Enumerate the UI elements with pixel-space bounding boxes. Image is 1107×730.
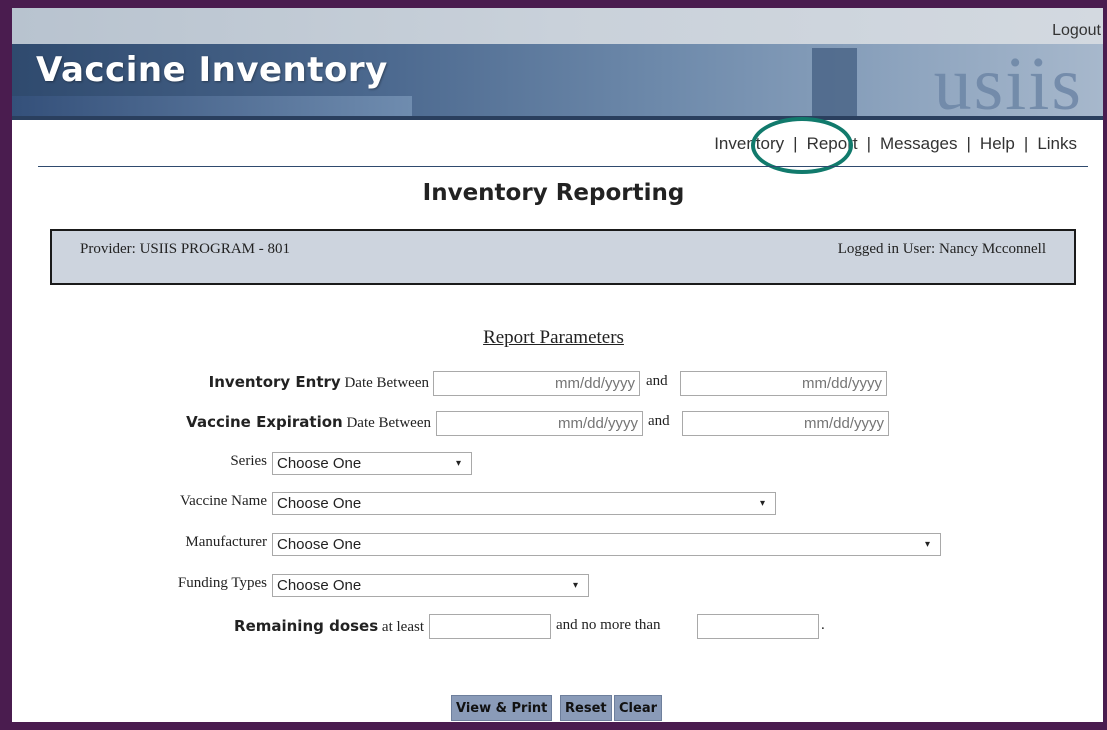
vaccine-name-select[interactable]: Choose One ▾ <box>272 492 776 515</box>
manufacturer-label: Manufacturer <box>185 534 267 550</box>
expiration-date-label-rest: Date Between <box>342 415 431 431</box>
logout-link[interactable]: Logout <box>1052 22 1101 40</box>
report-parameters-title: Report Parameters <box>483 327 624 348</box>
remaining-doses-and-label: and no more than <box>556 617 661 633</box>
series-select[interactable]: Choose One ▾ <box>272 452 472 475</box>
banner-top-strip <box>12 8 1103 44</box>
expiration-date-to-input[interactable] <box>682 411 889 436</box>
funding-types-row: Funding Types Choose One ▾ <box>0 574 1107 598</box>
view-print-button[interactable]: View & Print <box>451 695 553 721</box>
remaining-doses-label-rest: at least <box>378 619 424 635</box>
nav-links[interactable]: Links <box>1037 134 1077 153</box>
entry-date-to-input[interactable] <box>680 371 887 396</box>
funding-types-select-value: Choose One <box>277 577 362 594</box>
usiis-logo: usiis <box>933 42 1083 120</box>
entry-date-from-input[interactable] <box>433 371 640 396</box>
logged-in-user-label: Logged in User: Nancy Mcconnell <box>837 241 1046 257</box>
manufacturer-select[interactable]: Choose One ▾ <box>272 533 941 556</box>
provider-label: Provider: USIIS PROGRAM - 801 <box>80 241 291 257</box>
expiration-date-label: Vaccine Expiration Date Between <box>186 413 431 432</box>
entry-date-and-label: and <box>646 373 668 389</box>
remaining-doses-max-input[interactable] <box>697 614 819 639</box>
vaccine-name-row: Vaccine Name Choose One ▾ <box>0 492 1107 516</box>
page-title: Inventory Reporting <box>422 180 685 206</box>
entry-date-label-rest: Date Between <box>340 375 429 391</box>
remaining-doses-label-bold: Remaining doses <box>234 617 379 635</box>
expiration-date-row: Vaccine Expiration Date Between and <box>0 411 1107 437</box>
manufacturer-select-value: Choose One <box>277 536 362 553</box>
banner-stripe <box>12 96 412 118</box>
nav-separator: | <box>966 134 971 153</box>
chevron-down-icon: ▾ <box>759 498 765 509</box>
expiration-date-label-bold: Vaccine Expiration <box>186 413 343 431</box>
remaining-doses-row: Remaining doses at least and no more tha… <box>0 614 1107 640</box>
chevron-down-icon: ▾ <box>455 458 461 469</box>
nav-help[interactable]: Help <box>980 134 1015 153</box>
reset-button[interactable]: Reset <box>560 695 612 721</box>
provider-info-box: Provider: USIIS PROGRAM - 801 Logged in … <box>50 229 1076 285</box>
funding-types-label: Funding Types <box>177 575 267 591</box>
vaccine-name-select-value: Choose One <box>277 495 362 512</box>
entry-date-label: Inventory Entry Date Between <box>209 373 429 392</box>
remaining-doses-label: Remaining doses at least <box>234 617 424 636</box>
clear-button[interactable]: Clear <box>614 695 662 721</box>
expiration-date-and-label: and <box>648 413 670 429</box>
funding-types-select[interactable]: Choose One ▾ <box>272 574 589 597</box>
remaining-doses-period: . <box>821 617 825 633</box>
nav-separator: | <box>866 134 872 153</box>
nav-separator: | <box>1023 134 1029 153</box>
series-label: Series <box>230 453 267 469</box>
chevron-down-icon: ▾ <box>572 580 578 591</box>
app-title: Vaccine Inventory <box>36 50 388 90</box>
banner-block <box>812 48 857 118</box>
expiration-date-from-input[interactable] <box>436 411 643 436</box>
vaccine-name-label: Vaccine Name <box>179 493 267 509</box>
remaining-doses-min-input[interactable] <box>429 614 551 639</box>
series-row: Series Choose One ▾ <box>0 452 1107 476</box>
series-select-value: Choose One <box>277 455 362 472</box>
chevron-down-icon: ▾ <box>924 539 930 550</box>
header-banner: Vaccine Inventory usiis Logout <box>12 8 1103 120</box>
entry-date-label-bold: Inventory Entry <box>208 373 341 391</box>
manufacturer-row: Manufacturer Choose One ▾ <box>0 533 1107 557</box>
nav-divider <box>38 166 1088 167</box>
nav-messages[interactable]: Messages <box>880 134 957 153</box>
entry-date-row: Inventory Entry Date Between and <box>0 371 1107 397</box>
